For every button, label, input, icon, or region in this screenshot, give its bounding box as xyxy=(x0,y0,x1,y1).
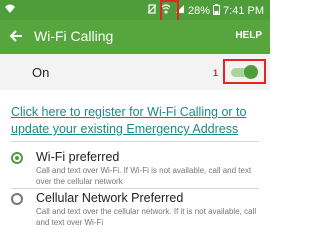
radio-wifi-preferred[interactable] xyxy=(11,152,23,164)
divider xyxy=(11,141,259,142)
option-description: Call and text over the cellular network.… xyxy=(36,207,257,227)
toggle-callout: 1 xyxy=(213,68,219,78)
page-title: Wi-Fi Calling xyxy=(34,28,114,44)
status-time: 7:41 PM xyxy=(223,4,264,17)
wifi-icon xyxy=(4,2,16,17)
option-title: Cellular Network Preferred xyxy=(36,191,184,205)
battery-text: 28% xyxy=(188,4,211,17)
option-title: Wi-Fi preferred xyxy=(36,150,120,164)
app-bar: Wi-Fi Calling HELP xyxy=(0,20,270,54)
toggle-highlight xyxy=(223,59,266,84)
option-description: Call and text over Wi-Fi. If Wi-Fi is no… xyxy=(36,166,252,186)
battery-icon xyxy=(213,3,221,18)
status-bar: 28% 7:41 PM xyxy=(0,0,270,20)
register-link[interactable]: Click here to register for Wi-Fi Calling… xyxy=(11,104,269,138)
divider xyxy=(11,188,259,189)
back-arrow-icon[interactable] xyxy=(8,28,24,49)
radio-cellular-preferred[interactable] xyxy=(11,193,23,205)
help-button[interactable]: HELP xyxy=(235,30,262,41)
toggle-label: On xyxy=(32,65,50,80)
mute-icon xyxy=(147,4,157,17)
